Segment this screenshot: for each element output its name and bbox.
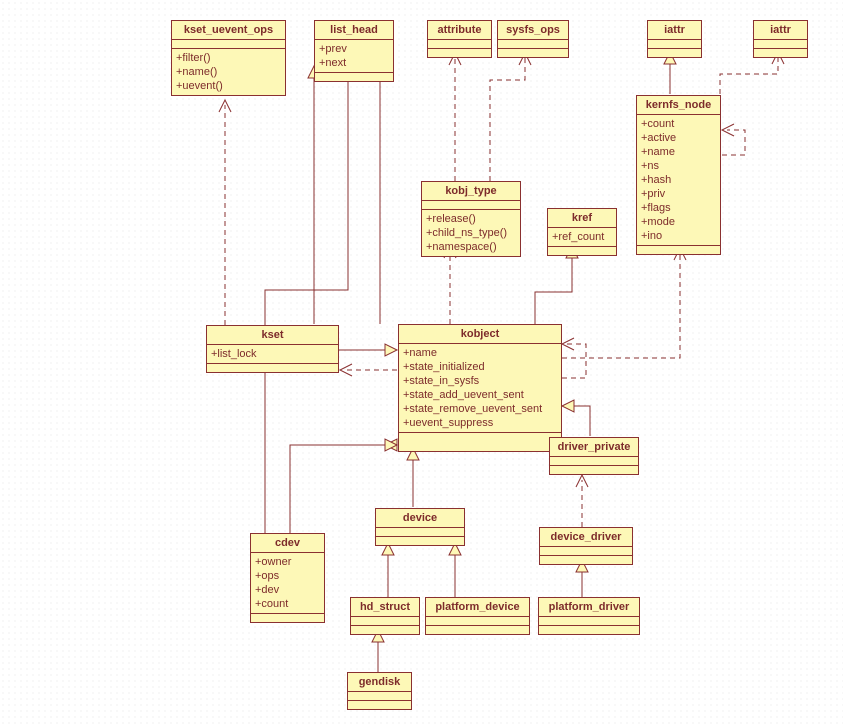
class-title: hd_struct (351, 598, 419, 617)
class-device: device (375, 508, 465, 546)
class-title: kernfs_node (637, 96, 720, 115)
class-list-head: list_head +prev +next (314, 20, 394, 82)
uml-canvas: kset_uevent_ops +filter() +name() +ueven… (0, 0, 843, 725)
class-title: list_head (315, 21, 393, 40)
class-kobject: kobject +name +state_initialized +state_… (398, 324, 562, 452)
attr: +count (641, 117, 716, 131)
class-title: kset_uevent_ops (172, 21, 285, 40)
attr: +owner (255, 555, 320, 569)
attr: +ino (641, 229, 716, 243)
class-title: iattr (754, 21, 807, 40)
class-hd-struct: hd_struct (350, 597, 420, 635)
attr: +uevent_suppress (403, 416, 557, 430)
class-iattr-2: iattr (753, 20, 808, 58)
class-title: gendisk (348, 673, 411, 692)
attr: +count (255, 597, 320, 611)
attr: +dev (255, 583, 320, 597)
class-title: device (376, 509, 464, 528)
attr: +next (319, 56, 389, 70)
attr: +name (403, 346, 557, 360)
op: +filter() (176, 51, 281, 65)
class-kernfs-node: kernfs_node +count +active +name +ns +ha… (636, 95, 721, 255)
class-kobj-type: kobj_type +release() +child_ns_type() +n… (421, 181, 521, 257)
attr: +state_initialized (403, 360, 557, 374)
class-title: attribute (428, 21, 491, 40)
class-kset-uevent-ops: kset_uevent_ops +filter() +name() +ueven… (171, 20, 286, 96)
class-title: kobj_type (422, 182, 520, 201)
attr: +flags (641, 201, 716, 215)
op: +name() (176, 65, 281, 79)
class-title: device_driver (540, 528, 632, 547)
attr: +state_remove_uevent_sent (403, 402, 557, 416)
class-platform-driver: platform_driver (538, 597, 640, 635)
class-title: platform_device (426, 598, 529, 617)
op: +child_ns_type() (426, 226, 516, 240)
attr: +name (641, 145, 716, 159)
class-attribute: attribute (427, 20, 492, 58)
attr: +hash (641, 173, 716, 187)
class-platform-device: platform_device (425, 597, 530, 635)
op: +uevent() (176, 79, 281, 93)
class-kset: kset +list_lock (206, 325, 339, 373)
class-iattr-1: iattr (647, 20, 702, 58)
class-title: kset (207, 326, 338, 345)
attr: +ns (641, 159, 716, 173)
op: +release() (426, 212, 516, 226)
class-gendisk: gendisk (347, 672, 412, 710)
class-title: kobject (399, 325, 561, 344)
op: +namespace() (426, 240, 516, 254)
attr: +list_lock (211, 347, 334, 361)
class-title: platform_driver (539, 598, 639, 617)
attr: +prev (319, 42, 389, 56)
class-cdev: cdev +owner +ops +dev +count (250, 533, 325, 623)
attr: +state_add_uevent_sent (403, 388, 557, 402)
attr: +active (641, 131, 716, 145)
attr: +state_in_sysfs (403, 374, 557, 388)
class-title: driver_private (550, 438, 638, 457)
class-device-driver: device_driver (539, 527, 633, 565)
class-title: iattr (648, 21, 701, 40)
attr: +priv (641, 187, 716, 201)
class-title: cdev (251, 534, 324, 553)
class-kref: kref +ref_count (547, 208, 617, 256)
class-driver-private: driver_private (549, 437, 639, 475)
class-title: kref (548, 209, 616, 228)
class-sysfs-ops: sysfs_ops (497, 20, 569, 58)
attr: +mode (641, 215, 716, 229)
attr: +ref_count (552, 230, 612, 244)
class-title: sysfs_ops (498, 21, 568, 40)
attr: +ops (255, 569, 320, 583)
